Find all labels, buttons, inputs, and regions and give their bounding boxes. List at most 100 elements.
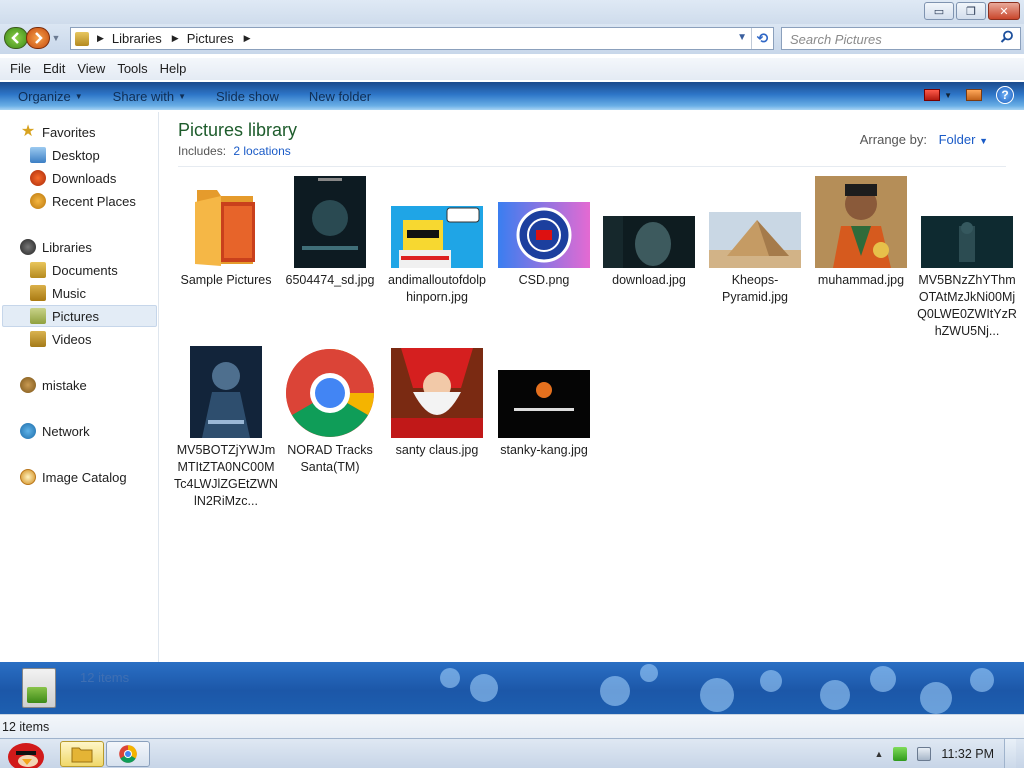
chrome-icon: [286, 349, 374, 437]
divider: [178, 166, 1006, 167]
share-with-button[interactable]: Share with ▼: [101, 89, 198, 104]
new-folder-label: New folder: [308, 88, 372, 104]
file-name: NORAD Tracks Santa(TM): [287, 443, 373, 474]
taskbar-chrome[interactable]: [106, 741, 150, 767]
file-item[interactable]: 6504474_sd.jpg: [278, 176, 382, 287]
close-button[interactable]: ✕: [988, 2, 1020, 20]
view-icon: [924, 89, 941, 101]
image-thumbnail: [815, 176, 907, 268]
nav-downloads[interactable]: Downloads: [30, 170, 116, 186]
chrome-icon: [119, 745, 137, 763]
file-item[interactable]: muhammad.jpg: [809, 176, 913, 287]
nav-recent-places[interactable]: Recent Places: [30, 193, 136, 209]
preview-pane-button[interactable]: [966, 89, 982, 101]
library-icon: [75, 31, 89, 46]
nav-label: Desktop: [52, 147, 100, 163]
nav-label: Videos: [52, 331, 92, 347]
file-item[interactable]: download.jpg: [597, 176, 701, 287]
maximize-button[interactable]: ❐: [956, 2, 986, 20]
includes-label: Includes:: [178, 144, 227, 158]
breadcrumb-arrow-icon[interactable]: ▶: [172, 33, 179, 44]
nav-libraries[interactable]: Libraries: [20, 239, 92, 255]
locations-link[interactable]: 2 locations: [233, 144, 290, 158]
minimize-button[interactable]: ▭: [924, 2, 954, 20]
slide-show-button[interactable]: Slide show: [204, 89, 291, 104]
file-item[interactable]: CSD.png: [492, 176, 596, 287]
nav-music[interactable]: Music: [30, 285, 86, 301]
refresh-button[interactable]: ⟲: [751, 28, 773, 49]
nav-label: Recent Places: [52, 193, 136, 209]
downloads-icon: [30, 170, 46, 186]
file-item[interactable]: Sample Pictures: [174, 176, 278, 287]
recent-pages-dropdown[interactable]: ▼: [50, 27, 62, 49]
volume-icon[interactable]: [917, 747, 932, 761]
organize-button[interactable]: Organize ▼: [6, 89, 95, 104]
nav-desktop[interactable]: Desktop: [30, 147, 100, 163]
file-item[interactable]: santy claus.jpg: [385, 346, 489, 457]
taskbar-explorer[interactable]: [60, 741, 104, 767]
menu-file[interactable]: File: [4, 58, 37, 80]
show-desktop-button[interactable]: [1004, 739, 1016, 768]
change-view-button[interactable]: ▼: [924, 89, 952, 101]
nav-label: Downloads: [52, 170, 117, 186]
nav-documents[interactable]: Documents: [30, 262, 118, 278]
file-item[interactable]: NORAD Tracks Santa(TM): [278, 346, 382, 476]
slide-show-label: Slide show: [216, 88, 279, 104]
menu-edit[interactable]: Edit: [37, 58, 71, 80]
search-icon[interactable]: [1000, 30, 1014, 44]
network-status-icon[interactable]: [893, 747, 908, 761]
menu-tools[interactable]: Tools: [111, 58, 153, 80]
details-pane: 12 items: [0, 662, 1024, 714]
nav-videos[interactable]: Videos: [30, 331, 92, 347]
file-name: MV5BOTZjYWJmMTItZTA0NC00MTc4LWJlZGEtZWNl…: [174, 443, 278, 508]
file-name: download.jpg: [612, 273, 686, 287]
image-thumbnail: [391, 348, 483, 438]
start-button[interactable]: [2, 739, 50, 768]
new-folder-button[interactable]: New folder: [297, 89, 383, 104]
back-button[interactable]: [4, 27, 28, 49]
file-item[interactable]: andimalloutofdolphinporn.jpg: [385, 176, 489, 306]
status-item-count: 12 items: [2, 720, 50, 734]
breadcrumb-arrow-icon[interactable]: ▶: [244, 33, 251, 44]
file-name: Kheops-Pyramid.jpg: [722, 273, 788, 304]
system-tray: ▲ 11:32 PM: [875, 739, 1024, 768]
file-item[interactable]: Kheops-Pyramid.jpg: [703, 176, 807, 306]
forward-button[interactable]: [26, 27, 50, 49]
file-item[interactable]: MV5BNzZhYThmOTAtMzJkNi00MjQ0LWE0ZWItYzRh…: [915, 176, 1019, 346]
nav-favorites[interactable]: ★ Favorites: [20, 124, 96, 140]
pictures-icon: [30, 308, 46, 324]
file-name: 6504474_sd.jpg: [285, 273, 375, 287]
nav-label: Image Catalog: [42, 469, 127, 485]
breadcrumb-pictures[interactable]: Pictures: [187, 31, 234, 46]
nav-image-catalog[interactable]: Image Catalog: [20, 469, 127, 485]
arrange-by-dropdown[interactable]: Folder ▼: [939, 132, 988, 147]
nav-pictures[interactable]: Pictures: [2, 305, 157, 327]
nav-user[interactable]: mistake: [20, 377, 87, 393]
breadcrumb-arrow-icon[interactable]: ▶: [97, 33, 104, 44]
help-button[interactable]: ?: [996, 86, 1014, 104]
clock[interactable]: 11:32 PM: [941, 747, 994, 761]
nav-label: Libraries: [42, 239, 92, 255]
page-title: Pictures library: [178, 120, 298, 140]
image-thumbnail: [498, 370, 590, 438]
file-name: muhammad.jpg: [817, 273, 905, 287]
menu-help[interactable]: Help: [154, 58, 193, 80]
file-item[interactable]: stanky-kang.jpg: [492, 346, 596, 457]
menu-bar: File Edit View Tools Help: [0, 58, 1024, 80]
file-name: andimalloutofdolphinporn.jpg: [388, 273, 486, 304]
address-dropdown-icon[interactable]: ▼: [737, 32, 747, 43]
music-icon: [30, 285, 46, 301]
chevron-down-icon: ▼: [74, 91, 83, 101]
libraries-icon: [20, 239, 36, 255]
share-with-label: Share with: [112, 88, 175, 104]
menu-view[interactable]: View: [71, 58, 111, 80]
search-placeholder: Search Pictures: [790, 32, 882, 47]
breadcrumb-libraries[interactable]: Libraries: [112, 31, 162, 46]
refresh-icon: ⟲: [756, 30, 769, 46]
address-bar[interactable]: ▶ Libraries ▶ Pictures ▶ ▼ ⟲: [70, 27, 774, 50]
nav-network[interactable]: Network: [20, 423, 90, 439]
search-input[interactable]: Search Pictures: [781, 27, 1021, 50]
image-thumbnail: [603, 216, 695, 268]
file-item[interactable]: MV5BOTZjYWJmMTItZTA0NC00MTc4LWJlZGEtZWNl…: [174, 346, 278, 516]
show-hidden-icons-icon[interactable]: ▲: [875, 749, 884, 759]
